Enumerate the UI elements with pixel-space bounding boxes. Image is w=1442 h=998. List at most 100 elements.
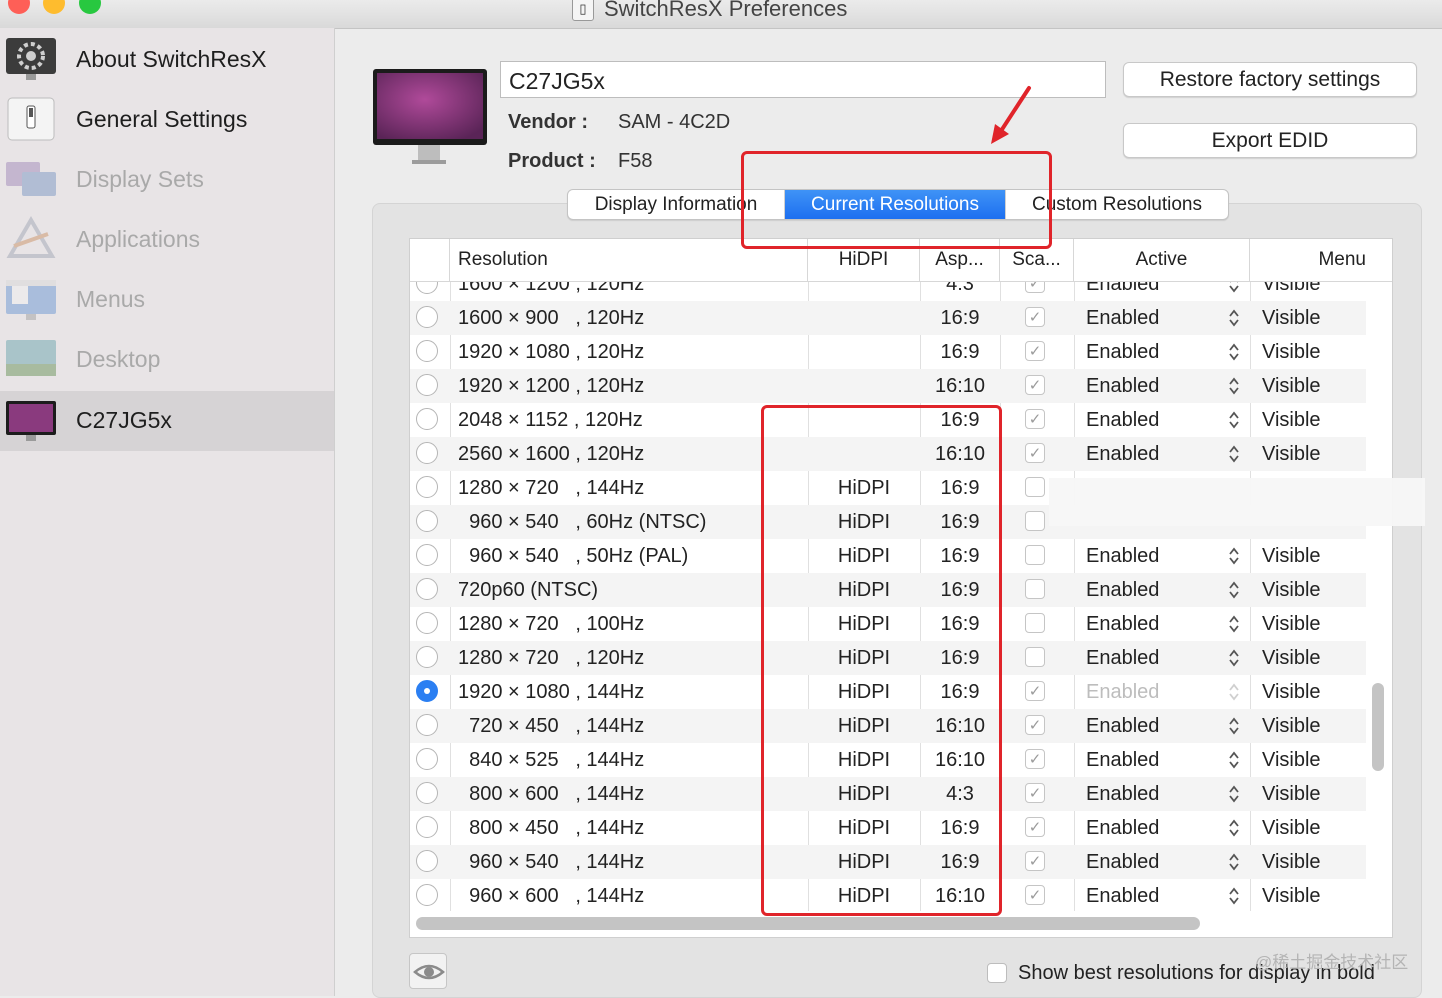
menu-visibility-popup[interactable]: Visible (1262, 845, 1362, 879)
menu-visibility-popup[interactable]: Visible (1262, 777, 1362, 811)
active-popup[interactable]: Enabled (1086, 879, 1216, 911)
row-select-radio[interactable] (416, 816, 438, 838)
active-popup[interactable]: Enabled (1086, 641, 1216, 675)
table-row[interactable]: 1920 × 1080 , 144Hz HiDPI 16:9 ✓ Enabled Visi… (410, 675, 1366, 709)
table-row[interactable]: 1600 × 1200 , 120Hz 4:3 ✓ Enabled Visible (410, 281, 1366, 301)
row-select-radio[interactable] (416, 374, 438, 396)
sidebar-item-general-settings[interactable]: General Settings (0, 90, 334, 150)
bold-best-resolutions-checkbox[interactable] (987, 963, 1007, 983)
row-select-radio[interactable] (416, 782, 438, 804)
row-select-radio[interactable] (416, 544, 438, 566)
active-popup[interactable]: Enabled (1086, 845, 1216, 879)
scaled-checkbox[interactable]: ✓ (1025, 409, 1045, 429)
row-select-radio[interactable] (416, 680, 438, 702)
scaled-checkbox[interactable]: ✓ (1025, 341, 1045, 361)
table-row[interactable]: 960 × 540 , 50Hz (PAL) HiDPI 16:9 Enabled Vi… (410, 539, 1366, 573)
scaled-checkbox[interactable] (1025, 613, 1045, 633)
row-select-radio[interactable] (416, 646, 438, 668)
column-header-hidpi[interactable]: HiDPI (808, 239, 920, 281)
row-select-radio[interactable] (416, 476, 438, 498)
row-select-radio[interactable] (416, 612, 438, 634)
menu-visibility-popup[interactable]: Visible (1262, 675, 1362, 709)
sidebar-item-c27jg5x[interactable]: C27JG5x (0, 391, 334, 451)
table-row[interactable]: 720 × 450 , 144Hz HiDPI 16:10 ✓ Enabled Visib… (410, 709, 1366, 743)
horizontal-scrollbar[interactable] (416, 917, 1200, 930)
row-select-radio[interactable] (416, 281, 438, 294)
sidebar-item-applications[interactable]: Applications (0, 210, 334, 270)
vertical-scrollbar[interactable] (1372, 683, 1384, 771)
menu-visibility-popup[interactable]: Visible (1262, 641, 1362, 675)
restore-factory-settings-button[interactable]: Restore factory settings (1123, 62, 1417, 97)
row-select-radio[interactable] (416, 884, 438, 906)
scaled-checkbox[interactable]: ✓ (1025, 443, 1045, 463)
table-row[interactable]: 2560 × 1600 , 120Hz 16:10 ✓ Enabled Visible (410, 437, 1366, 471)
table-row[interactable]: 960 × 540 , 144Hz HiDPI 16:9 ✓ Enabled Visibl… (410, 845, 1366, 879)
table-row[interactable]: 840 × 525 , 144Hz HiDPI 16:10 ✓ Enabled Visib… (410, 743, 1366, 777)
active-popup[interactable]: Enabled (1086, 675, 1216, 709)
menu-visibility-popup[interactable]: Visible (1262, 335, 1362, 369)
row-select-radio[interactable] (416, 578, 438, 600)
scaled-checkbox[interactable] (1025, 477, 1045, 497)
menu-visibility-popup[interactable]: Visible (1262, 709, 1362, 743)
scaled-checkbox[interactable]: ✓ (1025, 307, 1045, 327)
menu-visibility-popup[interactable]: Visible (1262, 281, 1362, 301)
menu-visibility-popup[interactable]: Visible (1262, 743, 1362, 777)
active-popup[interactable]: Enabled (1086, 777, 1216, 811)
row-select-radio[interactable] (416, 340, 438, 362)
scaled-checkbox[interactable]: ✓ (1025, 885, 1045, 905)
row-select-radio[interactable] (416, 442, 438, 464)
table-row[interactable]: 1920 × 1200 , 120Hz 16:10 ✓ Enabled Visible (410, 369, 1366, 403)
column-header-active[interactable]: Active (1074, 239, 1250, 281)
scaled-checkbox[interactable]: ✓ (1025, 375, 1045, 395)
active-popup[interactable]: Enabled (1086, 437, 1216, 471)
table-row[interactable]: 960 × 600 , 144Hz HiDPI 16:10 ✓ Enabled Visib… (410, 879, 1366, 911)
row-select-radio[interactable] (416, 510, 438, 532)
menu-visibility-popup[interactable]: Visible (1262, 607, 1362, 641)
close-window-button[interactable] (8, 0, 30, 14)
tab-custom-resolutions[interactable]: Custom Resolutions (1005, 190, 1228, 219)
row-select-radio[interactable] (416, 306, 438, 328)
active-popup[interactable]: Enabled (1086, 281, 1216, 301)
scaled-checkbox[interactable]: ✓ (1025, 783, 1045, 803)
table-row[interactable]: 1280 × 720 , 120Hz HiDPI 16:9 Enabled Visibl… (410, 641, 1366, 675)
zoom-window-button[interactable] (79, 0, 101, 14)
active-popup[interactable]: Enabled (1086, 743, 1216, 777)
table-row[interactable]: 720p60 (NTSC) HiDPI 16:9 Enabled Visible (410, 573, 1366, 607)
scaled-checkbox[interactable] (1025, 579, 1045, 599)
scaled-checkbox[interactable]: ✓ (1025, 715, 1045, 735)
sidebar-item-menus[interactable]: Menus (0, 270, 334, 330)
menu-visibility-popup[interactable]: Visible (1262, 811, 1362, 845)
active-popup[interactable]: Enabled (1086, 709, 1216, 743)
scaled-checkbox[interactable]: ✓ (1025, 817, 1045, 837)
table-row[interactable]: 2048 × 1152 , 120Hz 16:9 ✓ Enabled Visible (410, 403, 1366, 437)
preview-button[interactable] (409, 953, 447, 989)
scaled-checkbox[interactable] (1025, 647, 1045, 667)
menu-visibility-popup[interactable]: Visible (1262, 539, 1362, 573)
table-row[interactable]: 800 × 450 , 144Hz HiDPI 16:9 ✓ Enabled Visibl… (410, 811, 1366, 845)
column-header-resolution[interactable]: Resolution (450, 239, 808, 281)
tab-current-resolutions[interactable]: Current Resolutions (784, 190, 1005, 219)
menu-visibility-popup[interactable]: Visible (1262, 369, 1362, 403)
active-popup[interactable]: Enabled (1086, 607, 1216, 641)
row-select-radio[interactable] (416, 850, 438, 872)
sidebar-item-about[interactable]: About SwitchResX (0, 30, 334, 90)
table-row[interactable]: 800 × 600 , 144Hz HiDPI 4:3 ✓ Enabled Visible (410, 777, 1366, 811)
column-header-scaled[interactable]: Sca... (1000, 239, 1074, 281)
tab-display-information[interactable]: Display Information (568, 190, 784, 219)
active-popup[interactable]: Enabled (1086, 539, 1216, 573)
scaled-checkbox[interactable]: ✓ (1025, 681, 1045, 701)
scaled-checkbox[interactable]: ✓ (1025, 281, 1045, 293)
menu-visibility-popup[interactable]: Visible (1262, 573, 1362, 607)
row-select-radio[interactable] (416, 714, 438, 736)
minimize-window-button[interactable] (43, 0, 65, 14)
active-popup[interactable]: Enabled (1086, 811, 1216, 845)
active-popup[interactable]: Enabled (1086, 301, 1216, 335)
sidebar-item-display-sets[interactable]: Display Sets (0, 150, 334, 210)
menu-visibility-popup[interactable]: Visible (1262, 437, 1362, 471)
scaled-checkbox[interactable] (1025, 545, 1045, 565)
row-select-radio[interactable] (416, 408, 438, 430)
menu-visibility-popup[interactable]: Visible (1262, 301, 1362, 335)
table-row[interactable]: 1920 × 1080 , 120Hz 16:9 ✓ Enabled Visible (410, 335, 1366, 369)
menu-visibility-popup[interactable]: Visible (1262, 403, 1362, 437)
active-popup[interactable]: Enabled (1086, 335, 1216, 369)
